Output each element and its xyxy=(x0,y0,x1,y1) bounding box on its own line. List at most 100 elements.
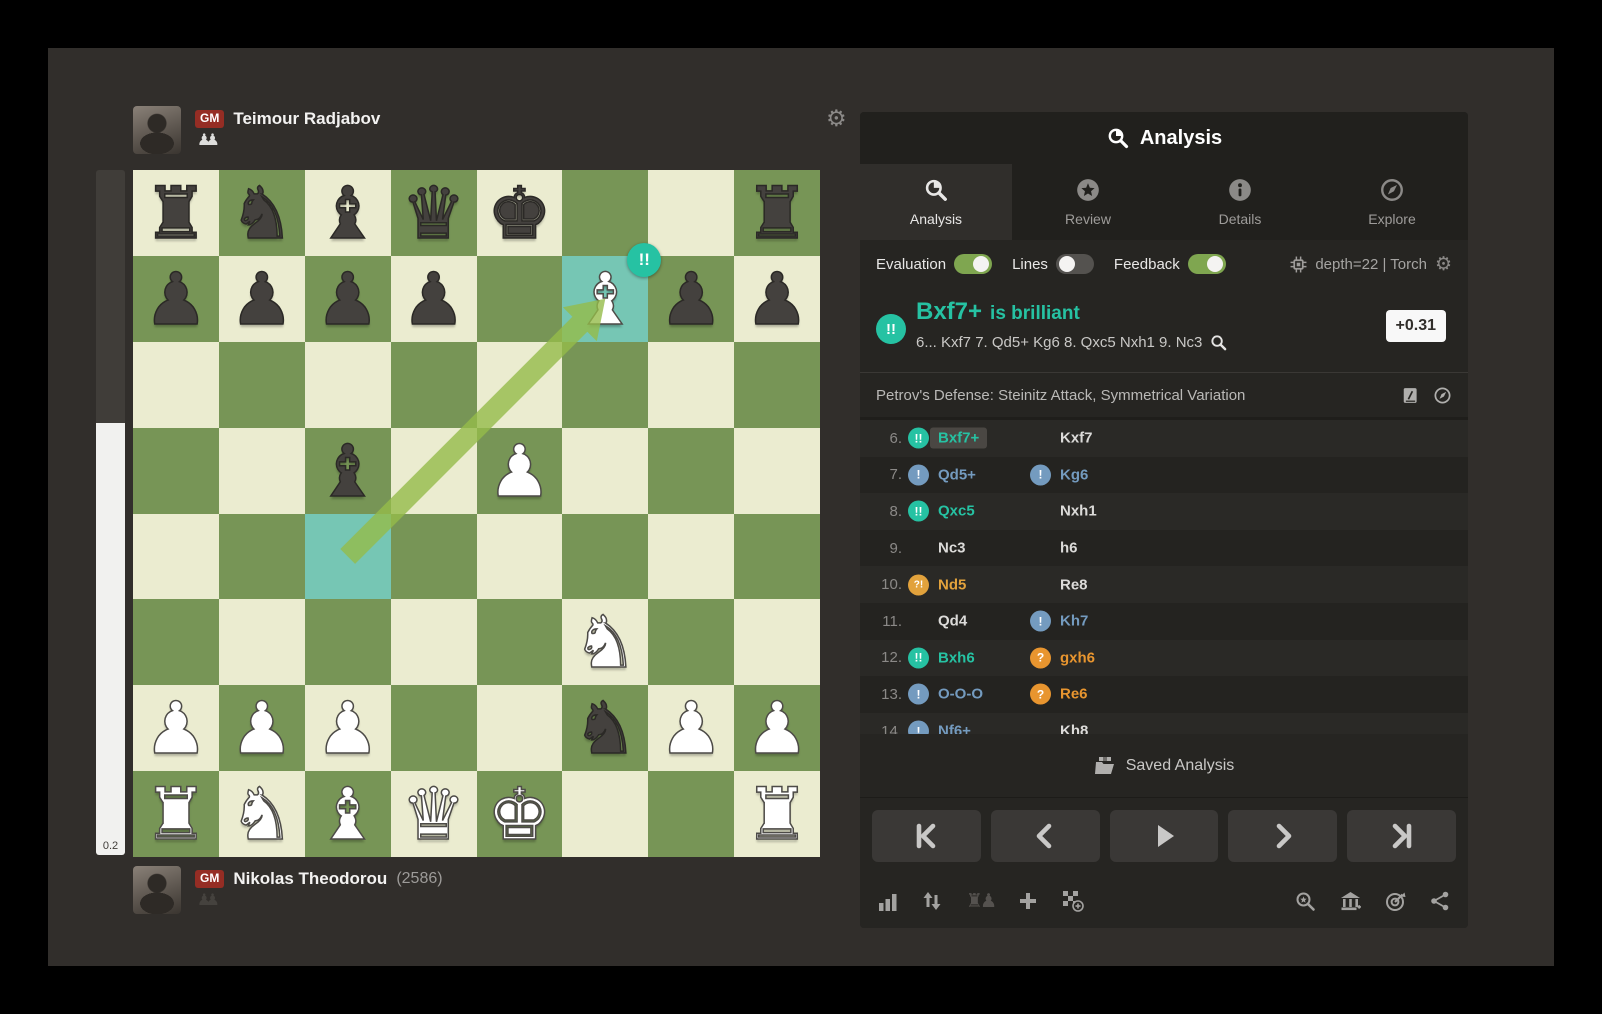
board-square[interactable] xyxy=(562,514,648,600)
move-text[interactable]: Nd5 xyxy=(938,576,966,593)
board-square[interactable] xyxy=(133,599,219,685)
add-icon[interactable] xyxy=(1018,891,1038,911)
chess-piece-br[interactable]: ♜ xyxy=(133,170,219,256)
explorer-compass-icon[interactable] xyxy=(1433,386,1452,405)
chess-piece-bp[interactable]: ♟ xyxy=(305,256,391,342)
move-text[interactable]: O-O-O xyxy=(938,686,983,703)
flip-board-icon[interactable] xyxy=(922,891,942,911)
chess-piece-wp[interactable]: ♟ xyxy=(734,685,820,771)
move-text[interactable]: Nc3 xyxy=(938,540,966,557)
chess-piece-bb[interactable]: ♝ xyxy=(305,428,391,514)
board-square[interactable] xyxy=(391,685,477,771)
play-button[interactable] xyxy=(1110,810,1219,862)
chess-piece-wr[interactable]: ♜ xyxy=(133,771,219,857)
feedback-toggle[interactable] xyxy=(1188,254,1226,274)
chess-piece-bp[interactable]: ♟ xyxy=(133,256,219,342)
chess-piece-bp[interactable]: ♟ xyxy=(734,256,820,342)
move-text[interactable]: Kh7 xyxy=(1060,613,1088,630)
board-square[interactable] xyxy=(133,514,219,600)
board-square[interactable] xyxy=(219,599,305,685)
lines-toggle[interactable] xyxy=(1056,254,1094,274)
board-square[interactable] xyxy=(391,514,477,600)
go-to-start-button[interactable] xyxy=(872,810,981,862)
chess-piece-wn[interactable]: ♞ xyxy=(219,771,305,857)
chess-piece-wk[interactable]: ♚ xyxy=(477,771,563,857)
practice-target-icon[interactable] xyxy=(1385,891,1406,912)
move-text[interactable]: Kh8 xyxy=(1060,723,1088,734)
board-square[interactable] xyxy=(477,514,563,600)
board-square[interactable] xyxy=(477,342,563,428)
move-text[interactable]: Nxh1 xyxy=(1060,503,1097,520)
chess-piece-bp[interactable]: ♟ xyxy=(391,256,477,342)
chess-piece-wq[interactable]: ♛ xyxy=(391,771,477,857)
player-bottom-avatar[interactable] xyxy=(133,866,181,914)
board-square[interactable] xyxy=(391,599,477,685)
move-text[interactable]: Re8 xyxy=(1060,576,1088,593)
chess-piece-bn[interactable]: ♞ xyxy=(562,685,648,771)
board-square[interactable] xyxy=(648,599,734,685)
move-text[interactable]: Qxc5 xyxy=(938,503,975,520)
board-square[interactable] xyxy=(648,170,734,256)
new-board-icon[interactable] xyxy=(1062,890,1084,912)
board-square[interactable] xyxy=(734,599,820,685)
chess-piece-wp[interactable]: ♟ xyxy=(477,428,563,514)
opening-name[interactable]: Petrov's Defense: Steinitz Attack, Symme… xyxy=(876,387,1245,404)
chess-piece-bk[interactable]: ♚ xyxy=(477,170,563,256)
engine-info[interactable]: depth=22 | Torch ⚙ xyxy=(1290,253,1452,275)
chess-piece-bq[interactable]: ♛ xyxy=(391,170,477,256)
board-square[interactable] xyxy=(477,685,563,771)
move-text[interactable]: h6 xyxy=(1060,540,1078,557)
chess-piece-bn[interactable]: ♞ xyxy=(219,170,305,256)
player-name[interactable]: Nikolas Theodorou xyxy=(233,869,387,889)
chess-board[interactable]: ♜♞♝♛♚♜♟♟♟♟♝♟♟♝♟♞♟♟♟♞♟♟♜♞♝♛♚♜!! xyxy=(133,170,820,857)
engine-settings-gear-icon[interactable]: ⚙ xyxy=(1435,253,1452,275)
chess-piece-br[interactable]: ♜ xyxy=(734,170,820,256)
move-text[interactable]: Nf6+ xyxy=(938,723,971,734)
next-move-button[interactable] xyxy=(1228,810,1337,862)
move-text[interactable]: Kg6 xyxy=(1060,466,1088,483)
chess-piece-wp[interactable]: ♟ xyxy=(305,685,391,771)
move-text[interactable]: Bxf7+ xyxy=(930,428,987,449)
move-text[interactable]: Bxh6 xyxy=(938,649,975,666)
chess-piece-wp[interactable]: ♟ xyxy=(133,685,219,771)
magnifier-icon[interactable] xyxy=(1210,334,1227,351)
board-square[interactable] xyxy=(305,599,391,685)
pieces-setup-icon[interactable]: ♜♟ xyxy=(966,890,994,912)
board-square[interactable] xyxy=(562,428,648,514)
opening-book-icon[interactable] xyxy=(1401,386,1420,405)
board-square[interactable] xyxy=(734,428,820,514)
chess-piece-wr[interactable]: ♜ xyxy=(734,771,820,857)
tab-analysis[interactable]: Analysis xyxy=(860,164,1012,240)
move-text[interactable]: Qd5+ xyxy=(938,466,976,483)
board-square[interactable] xyxy=(477,256,563,342)
board-square[interactable] xyxy=(391,342,477,428)
saved-analysis[interactable]: Saved Analysis xyxy=(860,734,1468,797)
evaluation-toggle[interactable] xyxy=(954,254,992,274)
board-square[interactable] xyxy=(219,428,305,514)
chess-piece-wb[interactable]: ♝ xyxy=(305,771,391,857)
previous-move-button[interactable] xyxy=(991,810,1100,862)
board-square[interactable] xyxy=(648,771,734,857)
board-square[interactable] xyxy=(562,771,648,857)
move-text[interactable]: Qd4 xyxy=(938,613,967,630)
board-square[interactable] xyxy=(648,428,734,514)
tab-explore[interactable]: Explore xyxy=(1316,164,1468,240)
board-square[interactable] xyxy=(391,428,477,514)
board-square[interactable] xyxy=(133,342,219,428)
board-square[interactable] xyxy=(219,342,305,428)
move-text[interactable]: Re6 xyxy=(1060,686,1088,703)
chess-piece-wp[interactable]: ♟ xyxy=(219,685,305,771)
tab-details[interactable]: Details xyxy=(1164,164,1316,240)
board-square[interactable] xyxy=(305,342,391,428)
board-square[interactable] xyxy=(219,514,305,600)
player-top-avatar[interactable] xyxy=(133,106,181,154)
eval-chart-icon[interactable] xyxy=(878,891,898,911)
chess-piece-wn[interactable]: ♞ xyxy=(562,599,648,685)
chess-piece-wp[interactable]: ♟ xyxy=(648,685,734,771)
library-icon[interactable] xyxy=(1340,891,1361,912)
feedback-line[interactable]: 6... Kxf7 7. Qd5+ Kg6 8. Qxc5 Nxh1 9. Nc… xyxy=(916,334,1202,351)
zoom-review-icon[interactable] xyxy=(1295,891,1316,912)
share-icon[interactable] xyxy=(1430,891,1450,911)
move-text[interactable]: Kxf7 xyxy=(1060,430,1093,447)
go-to-end-button[interactable] xyxy=(1347,810,1456,862)
